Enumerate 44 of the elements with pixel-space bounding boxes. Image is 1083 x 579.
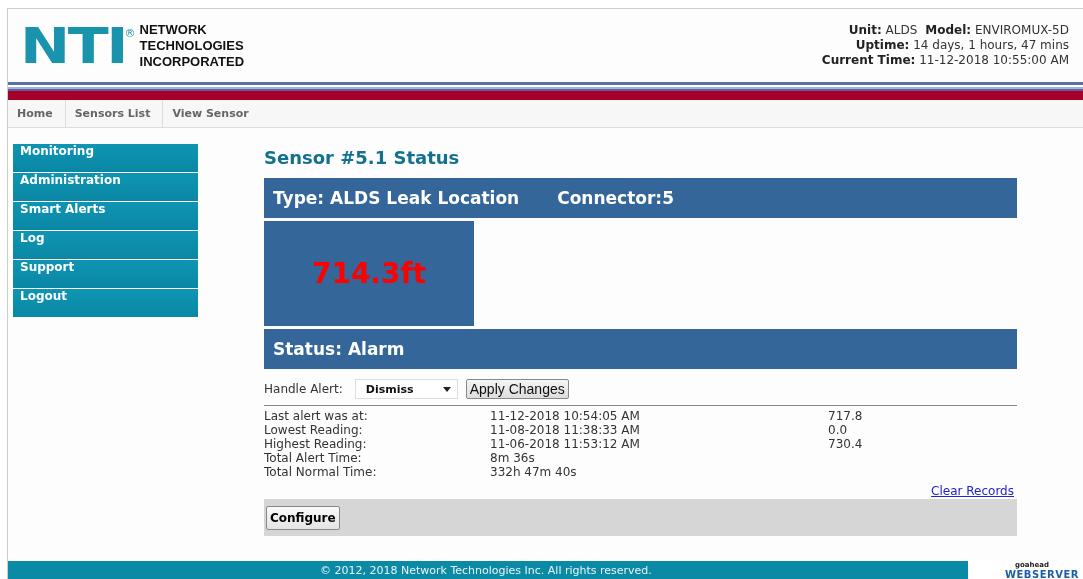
record-time: 332h 47m 40s	[490, 465, 578, 479]
copyright-text: © 2012, 2018 Network Technologies Inc. All rights reserved.	[320, 563, 652, 579]
record-label: Total Alert Time:	[264, 451, 363, 465]
clear-records-link[interactable]: Clear Records	[931, 484, 1014, 498]
record-value: 717.8	[828, 409, 864, 423]
sidebar-menu-item[interactable]: Monitoring	[13, 144, 198, 172]
record-label: Last alert was at:	[264, 409, 369, 423]
sidebar-menu-item[interactable]: Smart Alerts	[13, 202, 198, 230]
configure-button[interactable]: Configure	[266, 505, 340, 530]
record-label: Total Normal Time:	[264, 465, 378, 479]
record-time: 11-08-2018 11:38:33 AM	[490, 423, 641, 437]
breadcrumb-link[interactable]: Sensors List	[65, 100, 164, 127]
logo-text: INCORPORATED	[139, 53, 245, 70]
registered-mark: ®	[124, 26, 136, 40]
handle-alert-dropdown[interactable]: Dismiss	[354, 379, 458, 399]
sensor-type-text: Type: ALDS Leak Location	[273, 188, 520, 208]
unit-info-text: Uptime: 14 days, 1 hours, 47 mins	[855, 38, 1069, 52]
status-text: Status: Alarm	[273, 339, 405, 359]
breadcrumb-link[interactable]: View Sensor	[163, 100, 261, 127]
apply-changes-button[interactable]: Apply Changes	[465, 379, 569, 399]
record-time: 8m 36s	[490, 451, 536, 465]
connector-text: Connector:5	[557, 188, 674, 208]
caret-icon	[442, 386, 451, 392]
logo-text: TECHNOLOGIES	[139, 37, 245, 54]
sidebar-menu-item[interactable]: Administration	[13, 173, 198, 201]
logo-letters: NTI	[20, 20, 127, 71]
page-title: Sensor #5.1 Status	[264, 147, 461, 169]
unit-info-text: Current Time: 11-12-2018 10:55:00 AM	[821, 53, 1069, 67]
record-time: 11-06-2018 11:53:12 AM	[490, 437, 641, 451]
handle-alert-label: Handle Alert:	[264, 382, 343, 396]
record-value: 730.4	[828, 437, 864, 451]
record-time: 11-12-2018 10:54:05 AM	[490, 409, 641, 423]
sidebar-menu-item[interactable]: Support	[13, 260, 198, 288]
logo-text: NETWORK	[139, 21, 208, 38]
record-value: 0.0	[828, 423, 849, 437]
unit-info-text: Unit: ALDS	[848, 23, 918, 37]
sidebar-menu-item[interactable]: Logout	[13, 289, 198, 317]
reading-value: 714.3ft	[311, 257, 427, 290]
badge-text: WEBSERVER	[1005, 569, 1079, 579]
unit-info-text: Model: ENVIROMUX-5D	[925, 23, 1069, 37]
breadcrumb-link[interactable]: Home	[8, 100, 66, 127]
sidebar-menu-item[interactable]: Log	[13, 231, 198, 259]
record-label: Lowest Reading:	[264, 423, 364, 437]
record-label: Highest Reading:	[264, 437, 368, 451]
